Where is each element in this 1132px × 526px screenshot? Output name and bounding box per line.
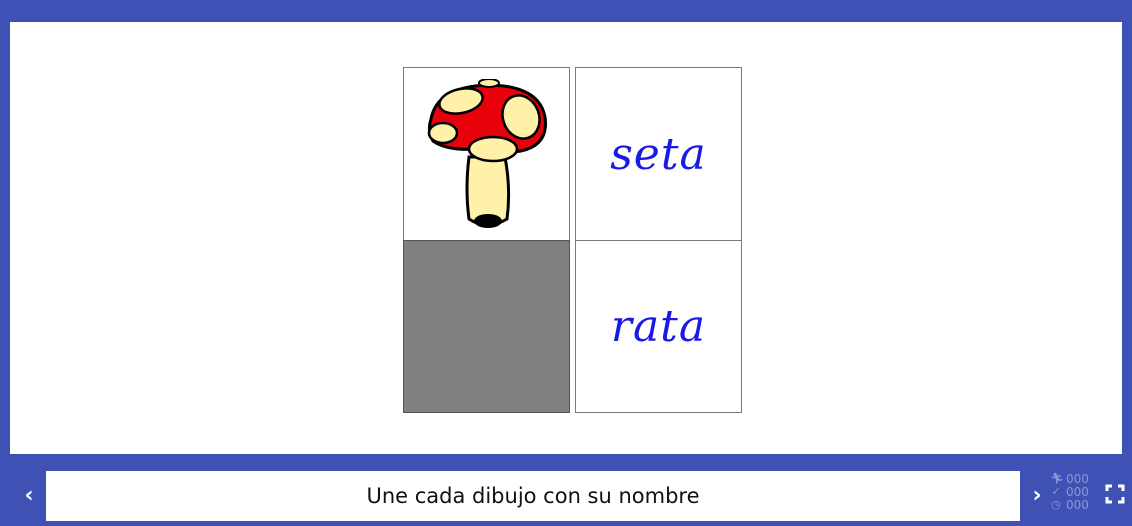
card-word-rata[interactable]: rata [575, 240, 742, 413]
counters-panel: 🏃︎ 000 ✓ 000 ◷ 000 [1050, 472, 1100, 511]
word-label: seta [610, 128, 707, 180]
card-word-seta[interactable]: seta [575, 67, 742, 241]
word-label: rata [610, 301, 707, 352]
card-empty[interactable] [403, 240, 570, 413]
next-button[interactable]: › [1026, 480, 1048, 510]
mushroom-icon [427, 79, 547, 228]
actions-counter: 🏃︎ 000 [1050, 472, 1100, 485]
chevron-left-icon: ‹ [24, 482, 34, 508]
activity-stage: seta rata [10, 22, 1122, 454]
time-value: 000 [1066, 497, 1089, 512]
fullscreen-button[interactable] [1104, 483, 1126, 505]
correct-counter: ✓ 000 [1050, 485, 1100, 498]
footer-bar: ‹ Une cada dibujo con su nombre › 🏃︎ 000… [0, 466, 1132, 526]
card-mushroom-picture[interactable] [403, 67, 570, 241]
runner-icon: 🏃︎ [1050, 471, 1064, 485]
actions-value: 000 [1066, 471, 1089, 486]
fullscreen-icon [1105, 484, 1125, 504]
correct-value: 000 [1066, 484, 1089, 499]
instruction-text: Une cada dibujo con su nombre [366, 484, 700, 508]
clock-icon: ◷ [1051, 497, 1061, 511]
previous-button[interactable]: ‹ [18, 480, 40, 510]
instruction-message: Une cada dibujo con su nombre [46, 471, 1020, 521]
chevron-right-icon: › [1032, 482, 1042, 508]
time-counter: ◷ 000 [1050, 498, 1100, 511]
check-icon: ✓ [1051, 484, 1061, 498]
